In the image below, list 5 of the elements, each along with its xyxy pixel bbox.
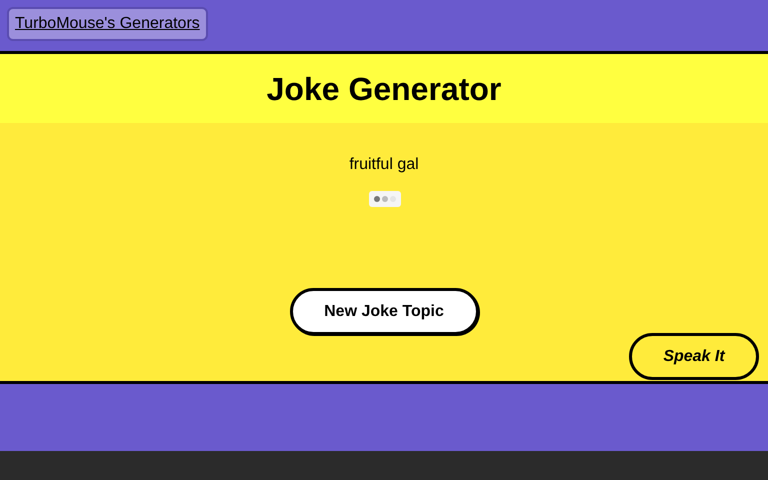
page-title: Joke Generator — [266, 70, 502, 108]
generators-link[interactable]: TurboMouse's Generators — [7, 7, 208, 41]
joke-topic: fruitful gal — [349, 156, 419, 174]
new-topic-button[interactable]: New Joke Topic — [290, 288, 478, 335]
speak-button[interactable]: Speak It — [629, 333, 759, 380]
